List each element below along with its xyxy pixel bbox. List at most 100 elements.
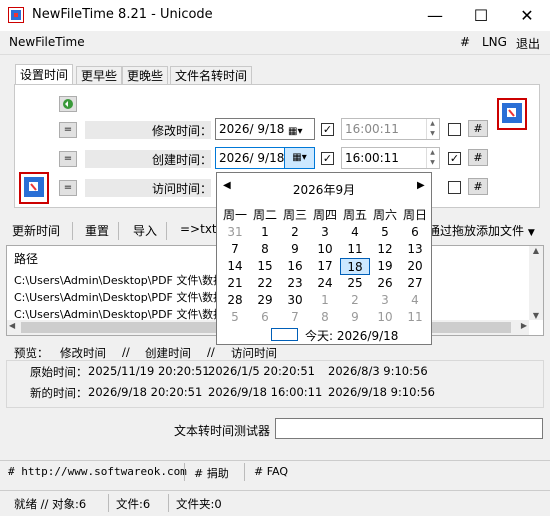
modify-time-checkbox[interactable] [448,123,461,136]
divider [108,494,109,512]
menu-exit[interactable]: 退出 [516,35,540,52]
today-marker [271,328,298,341]
calendar-day[interactable]: 10 [310,241,340,258]
time-spinner[interactable]: ▲ ▼ [426,148,438,168]
weekday-header: 周日 [402,208,427,222]
calendar-day[interactable]: 26 [370,275,400,292]
refresh-button[interactable] [59,96,77,112]
tab-set-time[interactable]: 设置时间 [15,64,74,84]
create-hash-button[interactable]: # [468,149,488,166]
scroll-left-icon[interactable]: ◀ [9,321,15,330]
weekday-header: 周四 [312,208,337,222]
calendar-day[interactable]: 16 [280,258,310,275]
calendar-day[interactable]: 15 [250,258,280,275]
calendar-dropdown-icon[interactable]: ▦▾ [284,148,314,168]
maximize-button[interactable]: ☐ [458,0,504,31]
calendar-day[interactable]: 11 [400,309,430,326]
calendar-month-title[interactable]: 2026年9月 [217,181,431,198]
calendar-day[interactable]: 4 [400,292,430,309]
minimize-button[interactable]: — [412,0,458,31]
time-spinner[interactable]: ▲ ▼ [426,119,438,139]
create-equal-button[interactable]: = [59,151,77,167]
drag-drop-hint[interactable]: 通过拖放添加文件 ▼ [428,222,535,239]
calendar-day[interactable]: 5 [220,309,250,326]
calendar-day[interactable]: 6 [250,309,280,326]
calendar-day[interactable]: 1 [250,224,280,241]
import-button[interactable]: 导入 [133,222,157,239]
access-hash-button[interactable]: # [468,178,488,195]
calendar-day[interactable]: 9 [280,241,310,258]
calendar-day[interactable]: 17 [310,258,340,275]
calendar-day[interactable]: 29 [250,292,280,309]
reset-button[interactable]: 重置 [85,222,109,239]
scroll-down-icon[interactable]: ▼ [529,311,543,320]
tab-filename-to-time[interactable]: 文件名转时间 [170,66,253,85]
tab-later[interactable]: 更晚些 [122,66,169,85]
update-time-button[interactable]: 更新时间 [12,222,60,239]
menu-language[interactable]: LNG [482,35,507,49]
calendar-day[interactable]: 30 [280,292,310,309]
create-date-checkbox[interactable]: ✓ [321,152,334,165]
modify-date-checkbox[interactable]: ✓ [321,123,334,136]
column-header-path[interactable]: 路径 [14,250,38,267]
calendar-day[interactable]: 19 [370,258,400,275]
original-access-value: 2026/8/3 9:10:56 [328,364,428,378]
calendar-day[interactable]: 10 [370,309,400,326]
calendar-day[interactable]: 4 [340,224,370,241]
faq-link[interactable]: # FAQ [254,465,288,478]
calendar-day[interactable]: 28 [220,292,250,309]
calendar-day[interactable]: 18 [340,258,370,275]
calendar-day[interactable]: 23 [280,275,310,292]
menu-hash[interactable]: # [460,35,470,49]
calendar-day[interactable]: 21 [220,275,250,292]
calendar-day[interactable]: 20 [400,258,430,275]
calendar-day[interactable]: 24 [310,275,340,292]
calendar-day[interactable]: 12 [370,241,400,258]
calendar-clock-icon [497,98,527,130]
calendar-day[interactable]: 13 [400,241,430,258]
calendar-day[interactable]: 1 [310,292,340,309]
calendar-day[interactable]: 3 [370,292,400,309]
calendar-dropdown-icon[interactable]: ▦▾ [288,122,302,142]
calendar-day[interactable]: 8 [310,309,340,326]
calendar-day[interactable]: 2 [280,224,310,241]
create-time-checkbox[interactable]: ✓ [448,152,461,165]
calendar-day[interactable]: 8 [250,241,280,258]
website-link[interactable]: # http://www.softwareok.com [8,465,187,478]
calendar-day[interactable]: 2 [340,292,370,309]
calendar-day[interactable]: 6 [400,224,430,241]
menu-app-name[interactable]: NewFileTime [9,35,85,49]
preview-header-access: 访问时间 [231,346,277,360]
access-time-checkbox[interactable] [448,181,461,194]
converter-input[interactable] [275,418,543,439]
next-month-icon[interactable]: ▶ [417,180,425,191]
vertical-scrollbar[interactable]: ▲ ▼ [529,246,543,320]
calendar-day[interactable]: 22 [250,275,280,292]
calendar-day[interactable]: 5 [370,224,400,241]
calendar-day[interactable]: 7 [220,241,250,258]
close-button[interactable]: ✕ [504,0,550,31]
original-modify-value: 2025/11/19 20:20:51 [88,364,210,378]
access-equal-button[interactable]: = [59,180,77,196]
calendar-day[interactable]: 25 [340,275,370,292]
list-item[interactable]: C:\Users\Admin\Desktop\PDF 文件\数据 [14,289,224,305]
donate-link[interactable]: # 捐助 [194,465,229,481]
scroll-up-icon[interactable]: ▲ [529,246,543,255]
calendar-day[interactable]: 7 [280,309,310,326]
tab-earlier[interactable]: 更早些 [76,66,123,85]
today-link[interactable]: 今天: 2026/9/18 [305,327,398,344]
calendar-day[interactable]: 27 [400,275,430,292]
calendar-day[interactable]: 3 [310,224,340,241]
modify-date-picker[interactable]: 2026/ 9/18 ▦▾ [215,118,315,140]
scroll-right-icon[interactable]: ▶ [521,321,527,330]
list-item[interactable]: C:\Users\Admin\Desktop\PDF 文件\数据 [14,272,224,288]
create-time-field[interactable]: 16:00:11 ▲ ▼ [341,147,440,169]
modify-time-field[interactable]: 16:00:11 ▲ ▼ [341,118,440,140]
create-date-picker[interactable]: 2026/ 9/18 ▦▾ [215,147,315,169]
calendar-day[interactable]: 14 [220,258,250,275]
modify-equal-button[interactable]: = [59,122,77,138]
modify-hash-button[interactable]: # [468,120,488,137]
calendar-day[interactable]: 9 [340,309,370,326]
calendar-day[interactable]: 31 [220,224,250,241]
calendar-day[interactable]: 11 [340,241,370,258]
